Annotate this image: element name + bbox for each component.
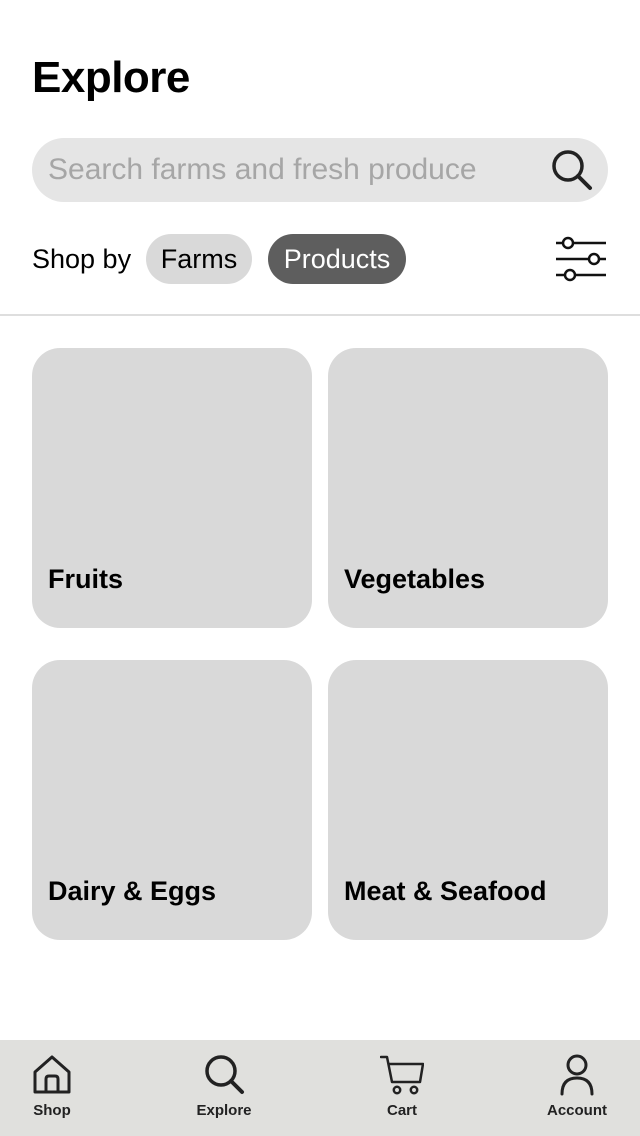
- person-icon: [560, 1054, 594, 1096]
- home-icon: [33, 1055, 71, 1094]
- divider: [0, 314, 640, 316]
- nav-label: Account: [547, 1102, 607, 1119]
- category-card-meat-seafood[interactable]: Meat & Seafood: [328, 660, 608, 940]
- nav-label: Shop: [33, 1102, 71, 1119]
- category-card-dairy-eggs[interactable]: Dairy & Eggs: [32, 660, 312, 940]
- cart-icon: [380, 1055, 424, 1095]
- category-label: Dairy & Eggs: [48, 876, 217, 906]
- search-input[interactable]: [48, 138, 528, 202]
- nav-label: Cart: [386, 1102, 417, 1119]
- shop-by-label: Shop by: [32, 244, 132, 274]
- category-label: Vegetables: [344, 564, 486, 594]
- page-title: Explore: [32, 53, 190, 102]
- nav-item-cart[interactable]: Cart: [342, 1040, 462, 1136]
- nav-item-explore[interactable]: Explore: [164, 1040, 284, 1136]
- search-icon: [205, 1055, 244, 1094]
- category-card-vegetables[interactable]: Vegetables: [328, 348, 608, 628]
- search-bar[interactable]: [32, 138, 608, 202]
- category-label: Fruits: [48, 564, 124, 594]
- shop-by-farms-chip[interactable]: Farms: [146, 234, 252, 284]
- nav-label: Explore: [196, 1102, 252, 1119]
- category-card-fruits[interactable]: Fruits: [32, 348, 312, 628]
- nav-item-account[interactable]: Account: [517, 1040, 637, 1136]
- shop-by-products-chip[interactable]: Products: [268, 234, 406, 284]
- category-label: Meat & Seafood: [344, 876, 547, 906]
- nav-item-shop[interactable]: Shop: [0, 1040, 112, 1136]
- search-icon[interactable]: [550, 148, 594, 192]
- bottom-nav: Shop Explore Cart Account: [0, 1040, 640, 1136]
- sliders-icon[interactable]: [554, 234, 608, 284]
